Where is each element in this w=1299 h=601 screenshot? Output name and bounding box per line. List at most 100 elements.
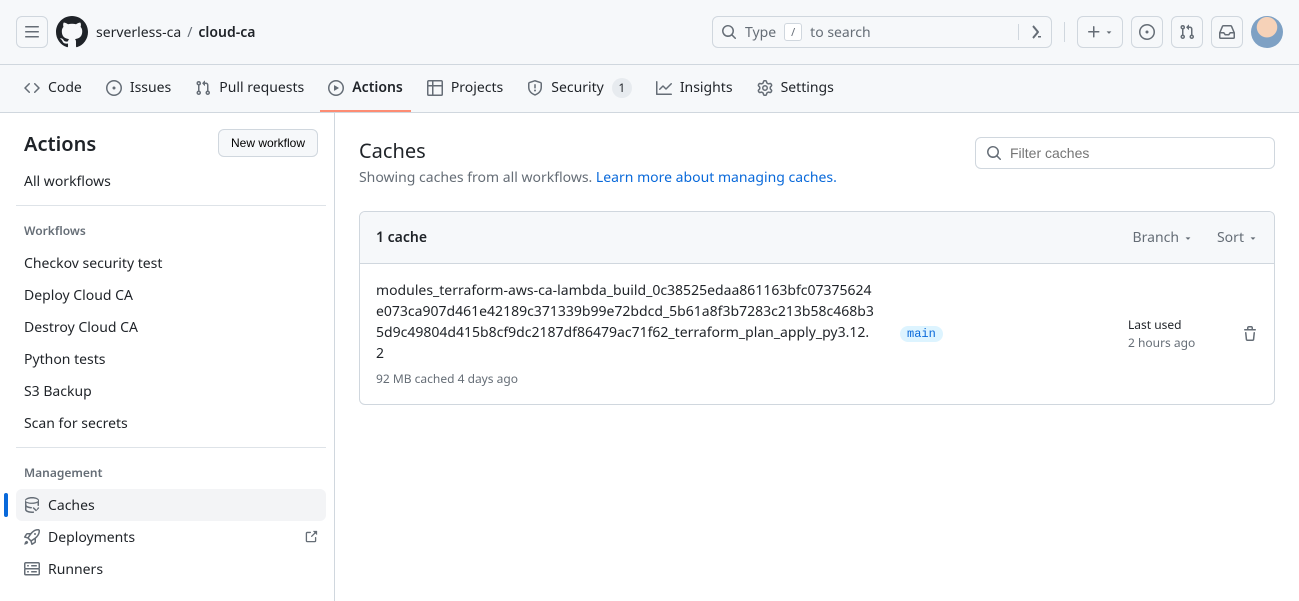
issues-shortcut[interactable] [1131, 16, 1163, 48]
app-header: serverless-ca / cloud-ca Type / to searc… [0, 0, 1299, 65]
sidebar-separator [16, 447, 326, 448]
sidebar-item-label: S3 Backup [24, 382, 92, 401]
actions-sidebar: Actions New workflow All workflows Workf… [0, 113, 335, 601]
caches-count: 1 cache [376, 228, 427, 247]
sidebar-item-label: Scan for secrets [24, 414, 128, 433]
triangle-down-icon [1248, 233, 1258, 243]
rocket-icon [24, 529, 40, 545]
filter-caches-field[interactable] [1010, 145, 1264, 161]
security-count-badge: 1 [612, 78, 632, 98]
sidebar-runners[interactable]: Runners [16, 553, 326, 585]
git-pull-request-icon [195, 80, 211, 96]
cache-meta: 92 MB cached 4 days ago [376, 370, 876, 388]
sidebar-item-label: Deploy Cloud CA [24, 286, 133, 305]
code-icon [24, 80, 40, 96]
last-used-label: Last used [1128, 316, 1218, 334]
plus-icon [1086, 24, 1102, 40]
cache-row: modules_terraform-aws-ca-lambda_build_0c… [360, 264, 1274, 404]
tab-issues[interactable]: Issues [98, 66, 179, 112]
shield-icon [527, 80, 543, 96]
tab-settings-label: Settings [781, 78, 834, 97]
tab-actions[interactable]: Actions [320, 66, 411, 112]
tab-insights[interactable]: Insights [648, 66, 741, 112]
search-icon [721, 24, 737, 40]
page-subhead-text: Showing caches from all workflows. [359, 168, 596, 187]
tab-pull-requests[interactable]: Pull requests [187, 66, 312, 112]
gear-icon [757, 80, 773, 96]
breadcrumb: serverless-ca / cloud-ca [96, 23, 255, 42]
tab-pr-label: Pull requests [219, 78, 304, 97]
branch-filter-label: Branch [1133, 228, 1179, 247]
search-icon [986, 145, 1002, 161]
branch-filter-dropdown[interactable]: Branch [1133, 228, 1193, 247]
sidebar-separator [16, 205, 326, 206]
trash-icon [1242, 326, 1258, 342]
main-layout: Actions New workflow All workflows Workf… [0, 113, 1299, 601]
play-icon [328, 80, 344, 96]
cache-icon [24, 497, 40, 513]
global-search[interactable]: Type / to search [712, 16, 1052, 48]
sidebar-item-label: Destroy Cloud CA [24, 318, 138, 337]
sidebar-workflow-item[interactable]: Destroy Cloud CA [16, 311, 326, 343]
new-workflow-button[interactable]: New workflow [218, 129, 318, 157]
sidebar-title: Actions [24, 130, 96, 157]
breadcrumb-owner[interactable]: serverless-ca [96, 23, 181, 42]
sidebar-item-label: Python tests [24, 350, 106, 369]
page-subhead: Showing caches from all workflows. Learn… [359, 168, 837, 187]
header-divider [1064, 22, 1065, 42]
sidebar-workflow-item[interactable]: S3 Backup [16, 375, 326, 407]
tab-code-label: Code [48, 78, 82, 97]
table-icon [427, 80, 443, 96]
sort-dropdown[interactable]: Sort [1217, 228, 1258, 247]
three-bars-icon [24, 24, 40, 40]
sidebar-item-label: Deployments [48, 528, 135, 547]
global-nav-toggle[interactable] [16, 16, 48, 48]
sidebar-item-label: Runners [48, 560, 103, 579]
git-pull-request-icon [1179, 24, 1195, 40]
triangle-down-icon [1104, 27, 1114, 37]
tab-code[interactable]: Code [16, 66, 90, 112]
sidebar-all-workflows[interactable]: All workflows [16, 165, 326, 197]
issue-opened-icon [106, 80, 122, 96]
tab-insights-label: Insights [680, 78, 733, 97]
caches-list: 1 cache Branch Sort modules_terraform-aw… [359, 211, 1275, 405]
issue-opened-icon [1139, 24, 1155, 40]
user-avatar[interactable] [1251, 16, 1283, 48]
sidebar-management-heading: Management [16, 456, 326, 489]
pull-requests-shortcut[interactable] [1171, 16, 1203, 48]
search-placeholder-pre: Type [745, 23, 776, 42]
tab-actions-label: Actions [352, 78, 403, 97]
search-kbd: / [784, 23, 802, 41]
command-palette-icon[interactable] [1018, 24, 1043, 40]
tab-projects[interactable]: Projects [419, 66, 511, 112]
sidebar-item-label: Caches [48, 496, 95, 515]
create-new-menu[interactable] [1077, 16, 1123, 48]
sidebar-workflow-item[interactable]: Deploy Cloud CA [16, 279, 326, 311]
tab-projects-label: Projects [451, 78, 503, 97]
page-title: Caches [359, 137, 837, 164]
last-used-time: 2 hours ago [1128, 334, 1218, 352]
branch-label[interactable]: main [900, 326, 943, 342]
sidebar-deployments[interactable]: Deployments [16, 521, 326, 553]
sidebar-workflow-item[interactable]: Checkov security test [16, 247, 326, 279]
delete-cache-button[interactable] [1242, 326, 1258, 342]
search-placeholder-post: to search [810, 23, 1010, 42]
sidebar-workflow-item[interactable]: Python tests [16, 343, 326, 375]
breadcrumb-repo[interactable]: cloud-ca [198, 23, 255, 42]
sidebar-item-label: All workflows [24, 172, 111, 191]
caches-list-header: 1 cache Branch Sort [360, 212, 1274, 264]
cache-key: modules_terraform-aws-ca-lambda_build_0c… [376, 280, 876, 364]
sort-label: Sort [1217, 228, 1244, 247]
tab-settings[interactable]: Settings [749, 66, 842, 112]
sidebar-workflow-item[interactable]: Scan for secrets [16, 407, 326, 439]
tab-security-label: Security [551, 78, 604, 97]
tab-security[interactable]: Security 1 [519, 66, 640, 112]
github-logo[interactable] [56, 16, 88, 48]
filter-caches-input[interactable] [975, 137, 1275, 169]
breadcrumb-separator: / [187, 23, 192, 42]
learn-more-link[interactable]: Learn more about managing caches. [596, 168, 837, 187]
sidebar-caches[interactable]: Caches [16, 489, 326, 521]
graph-icon [656, 80, 672, 96]
notifications-button[interactable] [1211, 16, 1243, 48]
tab-issues-label: Issues [130, 78, 171, 97]
